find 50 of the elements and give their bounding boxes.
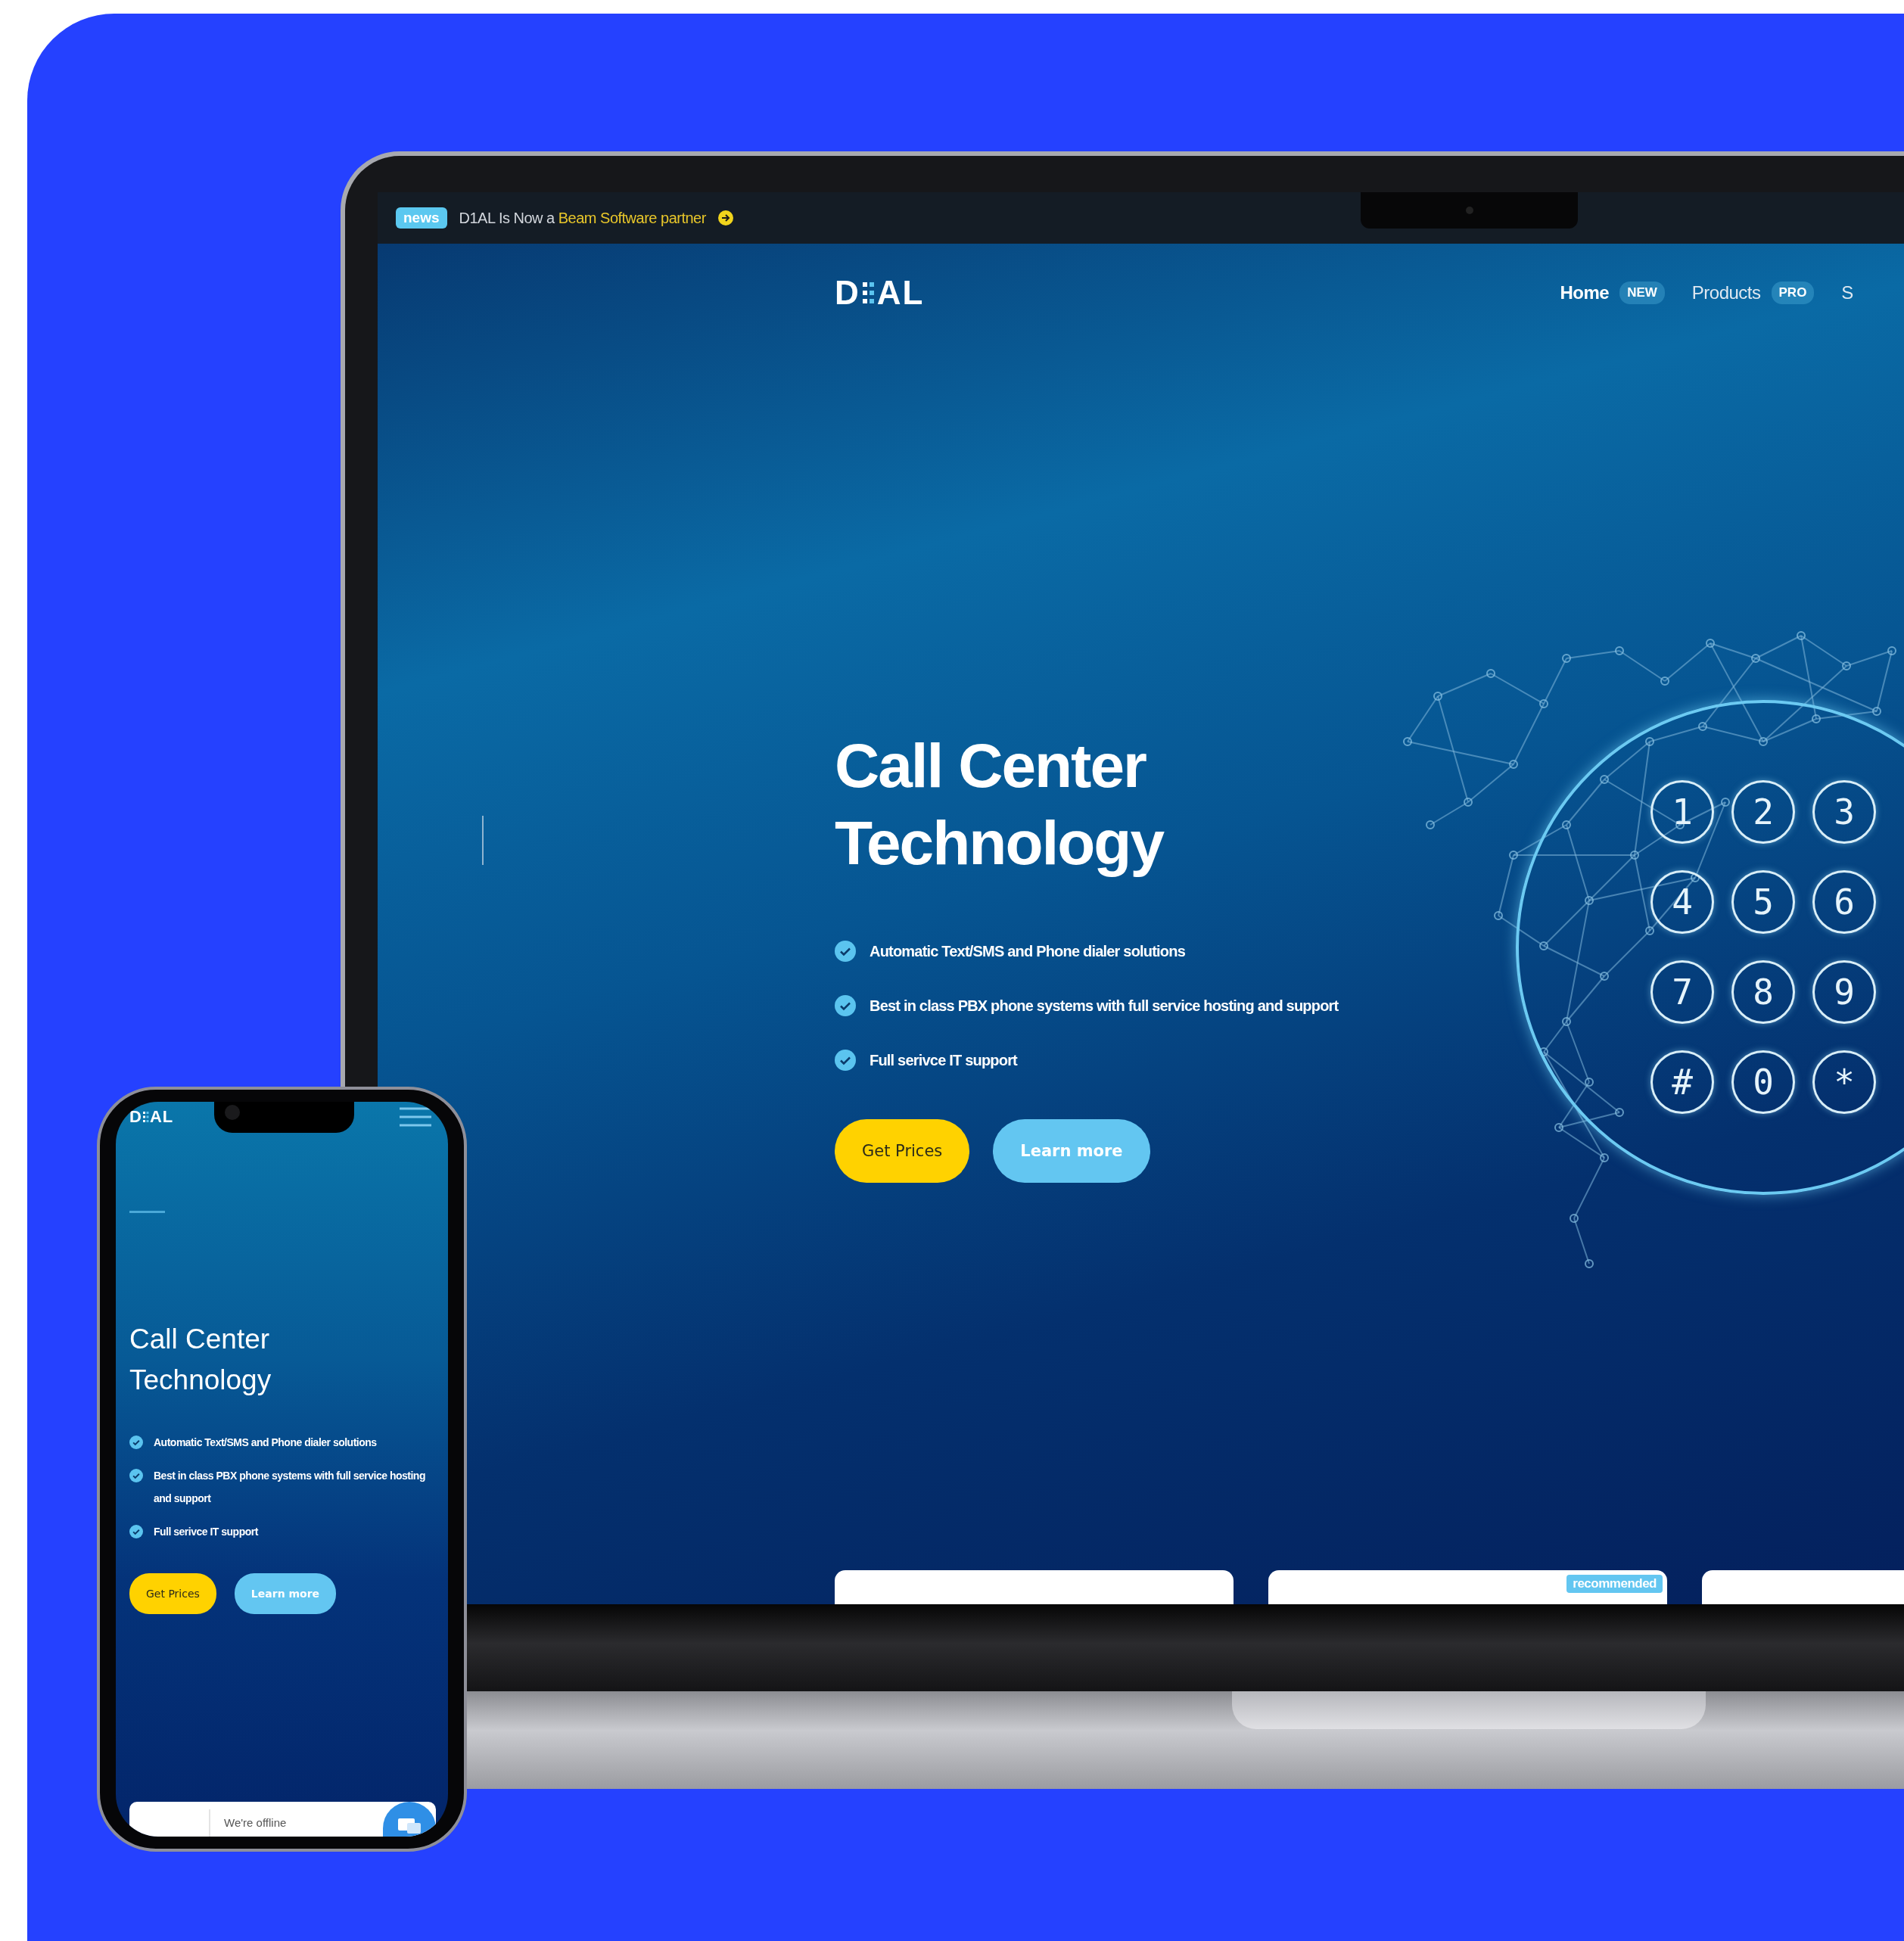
feature-text: Full serivce IT support <box>154 1525 258 1539</box>
feature-text: Best in class PBX phone systems with full service hosting and support <box>154 1469 426 1506</box>
logo-text: AL <box>149 1109 174 1125</box>
dialpad-key: 9 <box>1812 960 1876 1024</box>
logo-text: D <box>129 1109 142 1125</box>
logo-dots-icon <box>142 1111 149 1123</box>
check-icon <box>129 1436 143 1449</box>
dialpad-key: 6 <box>1812 870 1876 934</box>
chat-status-text: We're offline <box>209 1809 287 1837</box>
dialpad-key: 4 <box>1650 870 1714 934</box>
feature-text: Full serivce IT support <box>870 1051 1017 1069</box>
check-icon <box>129 1525 143 1538</box>
nav-link[interactable]: Products <box>1691 282 1761 303</box>
feature-text: Automatic Text/SMS and Phone dialer solutions <box>870 942 1186 960</box>
hero-title: Technology <box>129 1364 272 1397</box>
recommended-badge: recommended <box>1566 1575 1663 1593</box>
nav-link[interactable]: Home <box>1560 282 1610 303</box>
dialpad-key: 3 <box>1812 780 1876 844</box>
nav-badge: NEW <box>1619 282 1665 304</box>
check-icon <box>835 1050 856 1071</box>
partner-link[interactable]: Beam Software partner <box>558 209 706 226</box>
chat-icon[interactable] <box>383 1802 436 1837</box>
hero-title: Technology <box>835 807 1164 879</box>
chat-widget[interactable]: We're offline <box>129 1802 436 1837</box>
dialpad-key: * <box>1812 1050 1876 1114</box>
dialpad-key: 8 <box>1731 960 1795 1024</box>
logo-text: AL <box>876 276 925 310</box>
arrow-circle-icon[interactable] <box>717 210 733 226</box>
nav-link[interactable]: S <box>1841 282 1853 303</box>
dialpad-key: 0 <box>1731 1050 1795 1114</box>
check-icon <box>835 995 856 1016</box>
menu-icon[interactable] <box>400 1106 431 1128</box>
check-icon <box>835 941 856 962</box>
dialpad-key: 1 <box>1650 780 1714 844</box>
hero-title: Call Center <box>835 730 1146 801</box>
hero-title: Call Center <box>129 1323 270 1356</box>
dialpad-key: # <box>1650 1050 1714 1114</box>
dialpad-key: 2 <box>1731 780 1795 844</box>
cta-button[interactable]: Get Prices <box>129 1573 216 1614</box>
dialpad-key: 5 <box>1731 870 1795 934</box>
check-icon <box>129 1469 143 1482</box>
nav-badge: PRO <box>1771 282 1815 304</box>
cta-button[interactable]: Get Prices <box>835 1119 970 1183</box>
feature-text: Best in class PBX phone systems with full service hosting and support <box>870 997 1339 1015</box>
news-badge: news <box>396 207 447 229</box>
announcement-text: D1AL Is Now a Beam Software partner <box>459 209 706 227</box>
logo-text: D <box>835 276 860 310</box>
dialpad-key: 7 <box>1650 960 1714 1024</box>
logo-dots-icon <box>862 281 875 305</box>
feature-text: Automatic Text/SMS and Phone dialer solutions <box>154 1436 377 1450</box>
